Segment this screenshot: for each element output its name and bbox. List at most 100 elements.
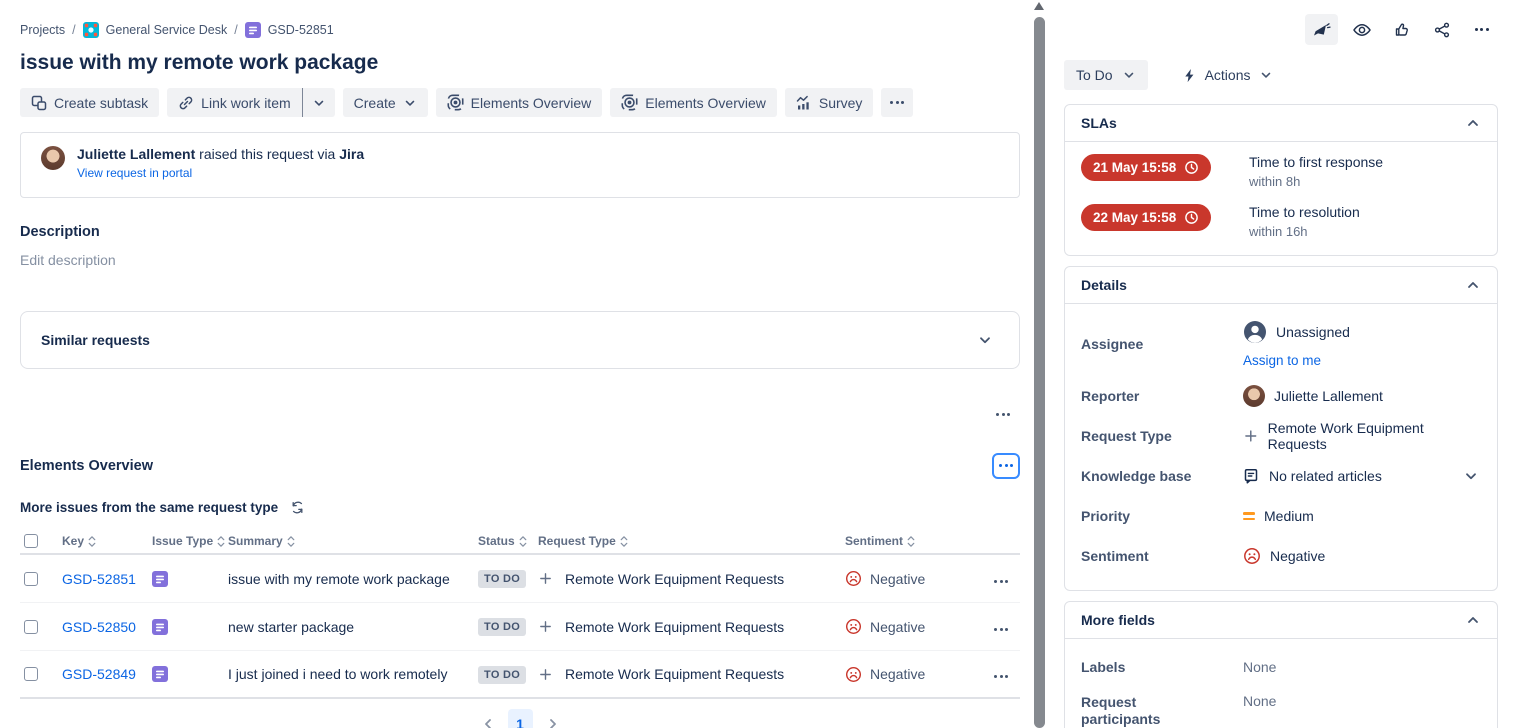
column-header-key[interactable]: Key — [62, 534, 152, 548]
watch-button[interactable] — [1345, 14, 1378, 45]
sla-name: Time to resolution — [1249, 204, 1360, 220]
column-header-request-type[interactable]: Request Type — [538, 534, 845, 548]
request-type-field: Request Type Remote Work Equipment Reque… — [1081, 416, 1481, 456]
request-participants-field: Request participants None — [1081, 687, 1481, 728]
sla-deadline-badge[interactable]: 21 May 15:58 — [1081, 154, 1211, 181]
issue-key-link[interactable]: GSD-52850 — [62, 619, 152, 635]
subtask-icon — [31, 95, 47, 111]
sort-icon — [519, 535, 527, 548]
section-more-button[interactable] — [992, 399, 1014, 425]
sidebar-more-button[interactable] — [1465, 14, 1498, 45]
details-panel-header[interactable]: Details — [1065, 267, 1497, 304]
sla-item: 21 May 15:58 Time to first response with… — [1081, 154, 1481, 189]
reporter-value[interactable]: Juliette Lallement — [1243, 385, 1481, 407]
unassigned-avatar-icon — [1243, 320, 1267, 344]
breadcrumb-separator: / — [234, 23, 237, 37]
feedback-button[interactable] — [1305, 14, 1338, 45]
row-checkbox[interactable] — [24, 620, 38, 634]
issue-key-link[interactable]: GSD-52851 — [62, 571, 152, 587]
elements-overview-heading: Elements Overview — [20, 458, 153, 474]
create-subtask-label: Create subtask — [54, 95, 148, 111]
column-header-issue-type[interactable]: Issue Type — [152, 534, 228, 548]
row-more-button[interactable] — [990, 661, 1012, 687]
section-more-row — [20, 399, 1020, 425]
breadcrumb-projects-link[interactable]: Projects — [20, 23, 65, 37]
column-header-summary[interactable]: Summary — [228, 534, 478, 548]
priority-value[interactable]: Medium — [1243, 508, 1481, 524]
row-more-button[interactable] — [990, 614, 1012, 640]
request-type-value[interactable]: Remote Work Equipment Requests — [1243, 420, 1481, 452]
more-fields-panel: More fields Labels None Request particip… — [1064, 601, 1498, 728]
column-header-sentiment[interactable]: Sentiment — [845, 534, 990, 548]
assignee-label: Assignee — [1081, 336, 1243, 352]
assign-to-me-link[interactable]: Assign to me — [1243, 353, 1321, 368]
select-all-checkbox[interactable] — [24, 534, 38, 548]
issue-toolbar: Create subtask Link work item Create Ele… — [20, 88, 1020, 117]
project-avatar-icon — [83, 22, 99, 38]
row-more-button[interactable] — [990, 566, 1012, 592]
request-type-cell: Remote Work Equipment Requests — [538, 666, 845, 682]
sla-goal: within 16h — [1249, 224, 1360, 239]
sla-item: 22 May 15:58 Time to resolution within 1… — [1081, 204, 1481, 239]
status-badge: TO DO — [478, 570, 526, 588]
elements-overview-button-1[interactable]: Elements Overview — [436, 88, 603, 117]
vote-button[interactable] — [1385, 14, 1418, 45]
row-checkbox[interactable] — [24, 572, 38, 586]
similar-requests-panel[interactable]: Similar requests — [20, 311, 1020, 369]
view-request-in-portal-link[interactable]: View request in portal — [77, 166, 192, 180]
thumbs-up-icon — [1394, 22, 1410, 38]
link-work-item-dropdown-button[interactable] — [303, 88, 335, 117]
sentiment-value[interactable]: Negative — [1243, 547, 1481, 565]
breadcrumb-issue-key-link[interactable]: GSD-52851 — [268, 23, 334, 37]
table-row: GSD-52851 issue with my remote work pack… — [20, 555, 1020, 603]
target-icon — [621, 94, 638, 111]
column-header-status[interactable]: Status — [478, 534, 538, 548]
scrollbar-up-arrow[interactable] — [1034, 2, 1044, 10]
sla-deadline-badge[interactable]: 22 May 15:58 — [1081, 204, 1211, 231]
plus-icon — [1243, 428, 1259, 444]
reporter-avatar[interactable] — [41, 146, 65, 170]
sentiment-cell: Negative — [845, 570, 990, 587]
link-work-item-button[interactable]: Link work item — [167, 88, 301, 117]
labels-value[interactable]: None — [1243, 659, 1481, 675]
slas-panel-header[interactable]: SLAs — [1065, 105, 1497, 142]
toolbar-more-button[interactable] — [881, 88, 913, 117]
next-page-button[interactable] — [545, 716, 561, 728]
create-subtask-button[interactable]: Create subtask — [20, 88, 159, 117]
sentiment-field: Sentiment Negative — [1081, 536, 1481, 576]
create-dropdown-button[interactable]: Create — [343, 88, 428, 117]
chevron-up-icon — [1465, 115, 1481, 131]
issue-key-link[interactable]: GSD-52849 — [62, 666, 152, 682]
negative-sentiment-icon — [1243, 547, 1261, 565]
article-icon — [1243, 468, 1259, 484]
status-dropdown-button[interactable]: To Do — [1064, 60, 1148, 90]
ellipsis-icon — [994, 675, 1008, 678]
elements-overview-label: Elements Overview — [471, 95, 592, 111]
previous-page-button[interactable] — [480, 716, 496, 728]
ellipsis-icon — [890, 101, 904, 104]
knowledge-base-value[interactable]: No related articles — [1243, 468, 1481, 484]
elements-overview-more-button[interactable] — [992, 453, 1020, 479]
page-number-button[interactable]: 1 — [508, 709, 533, 728]
page-title: issue with my remote work package — [20, 51, 1020, 75]
issue-type-icon — [152, 571, 168, 587]
actions-dropdown-button[interactable]: Actions — [1176, 66, 1279, 84]
issue-summary: issue with my remote work package — [228, 571, 478, 587]
request-participants-value[interactable]: None — [1243, 693, 1481, 709]
main-content: Projects / General Service Desk / GSD-52… — [20, 0, 1020, 728]
refresh-button[interactable] — [290, 500, 305, 515]
status-badge: TO DO — [478, 618, 526, 636]
more-fields-panel-header[interactable]: More fields — [1065, 602, 1497, 639]
row-checkbox[interactable] — [24, 667, 38, 681]
negative-sentiment-icon — [845, 618, 862, 635]
share-button[interactable] — [1425, 14, 1458, 45]
sentiment-cell: Negative — [845, 618, 990, 635]
breadcrumb-project-link[interactable]: General Service Desk — [106, 23, 228, 37]
survey-button[interactable]: Survey — [785, 88, 874, 117]
edit-description-field[interactable]: Edit description — [20, 252, 1020, 268]
elements-overview-button-2[interactable]: Elements Overview — [610, 88, 777, 117]
clock-icon — [1184, 160, 1199, 175]
assignee-value[interactable]: Unassigned — [1243, 320, 1350, 344]
plus-icon — [538, 619, 553, 634]
scrollbar-thumb[interactable] — [1034, 17, 1045, 728]
